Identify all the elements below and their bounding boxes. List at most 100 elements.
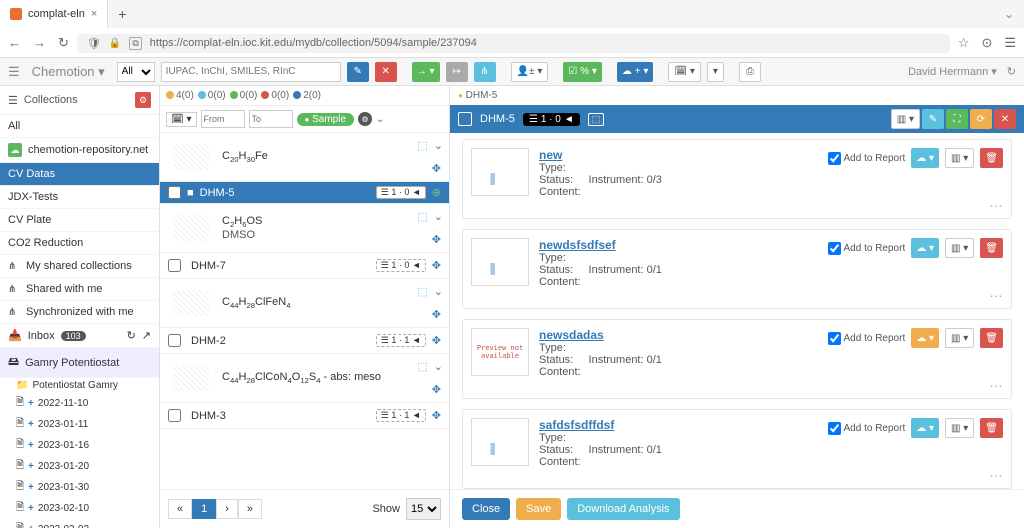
arrow-button[interactable]: ↦	[446, 62, 468, 82]
analysis-barcode-button[interactable]: ▥ ▾	[945, 148, 974, 168]
calendar-icon[interactable]: 🗓 ▾	[166, 112, 197, 127]
drag-handle-icon[interactable]: ✥	[432, 162, 441, 175]
expand-analysis-icon[interactable]: …	[989, 464, 1003, 480]
analysis-action-button[interactable]: ☁ ▾	[911, 328, 939, 348]
pager-page[interactable]: ›	[216, 499, 238, 519]
action-green-button[interactable]: ⛶	[946, 109, 968, 129]
expand-analysis-icon[interactable]: …	[989, 374, 1003, 390]
drag-handle-icon[interactable]: ✥	[432, 308, 441, 321]
expand-analysis-icon[interactable]: …	[989, 284, 1003, 300]
gamry-date-item[interactable]: 🗎+2023-01-20	[0, 456, 159, 477]
analysis-barcode-button[interactable]: ▥ ▾	[945, 418, 974, 438]
sample-type-pill[interactable]: ● Sample	[297, 113, 355, 126]
add-icon[interactable]: ⊕	[432, 186, 441, 199]
pager-page[interactable]: «	[168, 499, 192, 519]
sidebar-item-cv-datas[interactable]: CV Datas	[0, 163, 159, 186]
add-cloud-button[interactable]: ☁ + ▾	[617, 62, 653, 82]
list-item[interactable]: C44H28ClFeN4⬚⌄✥	[160, 279, 449, 328]
date-from-input[interactable]	[201, 110, 245, 128]
add-to-report-checkbox[interactable]: Add to Report	[828, 422, 906, 435]
pager-page[interactable]: »	[238, 499, 262, 519]
analysis-name-link[interactable]: new	[539, 148, 818, 162]
share-button[interactable]: ⋔	[474, 62, 496, 82]
filter-chip[interactable]: 4(0)	[166, 90, 194, 101]
user-menu[interactable]: David Herrmann ▾	[908, 65, 997, 78]
cube-icon[interactable]: ⬚	[417, 210, 427, 223]
gamry-date-item[interactable]: 🗎+2023-01-16	[0, 435, 159, 456]
date-to-input[interactable]	[249, 110, 293, 128]
analysis-action-button[interactable]: ☁ ▾	[911, 148, 939, 168]
address-bar[interactable]: 🛡 🔒 ⧉ https://complat-eln.ioc.kit.edu/my…	[77, 34, 950, 53]
expand-analysis-icon[interactable]: …	[989, 194, 1003, 210]
refresh-inbox-icon[interactable]: ↻	[127, 329, 136, 342]
export-button[interactable]: → ▾	[412, 62, 440, 82]
select-checkbox[interactable]	[168, 334, 181, 347]
download-analysis-button[interactable]: Download Analysis	[567, 498, 679, 520]
action-orange-button[interactable]: ⟳	[970, 109, 992, 129]
filter-chip[interactable]: 0(0)	[261, 90, 289, 101]
analysis-name-link[interactable]: newdsfsdfsef	[539, 238, 818, 252]
action-teal-button[interactable]: ✎	[922, 109, 944, 129]
detail-tag-icon[interactable]: ⬚	[588, 113, 605, 126]
pager-page[interactable]: 1	[192, 499, 216, 519]
filter-chip[interactable]: 0(0)	[230, 90, 258, 101]
list-item-head-selected[interactable]: ■ DHM-5☰ 1 · 0 ◄⊕	[160, 182, 449, 204]
sidebar-item-jdx-tests[interactable]: JDX-Tests	[0, 186, 159, 209]
brand-dropdown[interactable]: Chemotion ▾	[26, 64, 111, 80]
drag-handle-icon[interactable]: ✥	[432, 383, 441, 396]
browser-menu-icon[interactable]: ⌄	[1004, 7, 1024, 21]
page-size-select[interactable]: 15	[406, 498, 441, 520]
barcode-button[interactable]: ▥ ▾	[891, 109, 920, 129]
filter-chip[interactable]: 0(0)	[198, 90, 226, 101]
sidebar-item-my-shared-collections[interactable]: ⋔My shared collections	[0, 255, 159, 278]
close-detail-button[interactable]: ✕	[994, 109, 1016, 129]
list-item-head[interactable]: DHM-3☰ 1 · 1 ◄✥	[160, 403, 449, 429]
gamry-date-item[interactable]: 🗎+2022-11-10	[0, 393, 159, 414]
analysis-action-button[interactable]: ☁ ▾	[911, 418, 939, 438]
save-button[interactable]: Save	[516, 498, 561, 520]
close-tab-icon[interactable]: ×	[91, 8, 97, 20]
cube-icon[interactable]: ⬚	[417, 139, 427, 152]
sidebar-item-synchronized-with-me[interactable]: ⋔Synchronized with me	[0, 301, 159, 324]
sidebar-item-inbox[interactable]: 📥 Inbox 103 ↻ ↗	[0, 324, 159, 348]
select-checkbox[interactable]	[168, 409, 181, 422]
drag-handle-icon[interactable]: ✥	[432, 334, 441, 347]
drag-handle-icon[interactable]: ✥	[432, 233, 441, 246]
gamry-date-item[interactable]: 🗎+2023-03-02	[0, 519, 159, 528]
filter-chip[interactable]: 2(0)	[293, 90, 321, 101]
app-menu-icon[interactable]: ☰	[1004, 35, 1016, 51]
drag-handle-icon[interactable]: ✥	[432, 409, 441, 422]
reload-button[interactable]: ↻	[58, 35, 69, 51]
list-item-head[interactable]: DHM-2☰ 1 · 1 ◄✥	[160, 328, 449, 354]
gamry-folder[interactable]: 📁 Potentiostat Gamry	[0, 378, 159, 393]
expand-icon[interactable]: ⌄	[434, 360, 443, 373]
analysis-barcode-button[interactable]: ▥ ▾	[945, 328, 974, 348]
filter-expand-icon[interactable]: ⌄	[376, 114, 384, 125]
back-button[interactable]: ←	[8, 35, 21, 51]
extensions-icon[interactable]: ⊙	[981, 35, 992, 51]
select-checkbox[interactable]	[168, 186, 181, 199]
gamry-date-item[interactable]: 🗎+2023-01-30	[0, 477, 159, 498]
search-scope-select[interactable]: All	[117, 62, 155, 82]
collections-settings-button[interactable]: ⚙	[135, 92, 151, 108]
browser-tab[interactable]: complat-eln ×	[0, 0, 108, 28]
calendar-caret[interactable]: ▾	[707, 62, 724, 82]
list-item[interactable]: C2H6OSDMSO⬚⌄✥	[160, 204, 449, 253]
edit-button[interactable]: ✎	[347, 62, 369, 82]
delete-analysis-button[interactable]: 🗑	[980, 418, 1003, 438]
sidebar-item-repo[interactable]: ☁ chemotion-repository.net	[0, 138, 159, 163]
drag-handle-icon[interactable]: ✥	[432, 259, 441, 272]
cube-icon[interactable]: ⬚	[417, 285, 427, 298]
clear-button[interactable]: ✕	[375, 62, 397, 82]
add-to-report-checkbox[interactable]: Add to Report	[828, 332, 906, 345]
bookmark-icon[interactable]: ☆	[958, 35, 970, 51]
sidebar-item-cv-plate[interactable]: CV Plate	[0, 209, 159, 232]
expand-inbox-icon[interactable]: ↗	[142, 329, 151, 342]
analysis-action-button[interactable]: ☁ ▾	[911, 238, 939, 258]
sidebar-item-shared-with-me[interactable]: ⋔Shared with me	[0, 278, 159, 301]
refresh-icon[interactable]: ↻	[1007, 65, 1016, 78]
checklist-button[interactable]: ☑ % ▾	[563, 62, 601, 82]
gamry-date-item[interactable]: 🗎+2023-01-11	[0, 414, 159, 435]
gamry-header[interactable]: 🖴 Gamry Potentiostat	[0, 348, 159, 378]
filter-settings-icon[interactable]: ⚙	[358, 112, 372, 126]
